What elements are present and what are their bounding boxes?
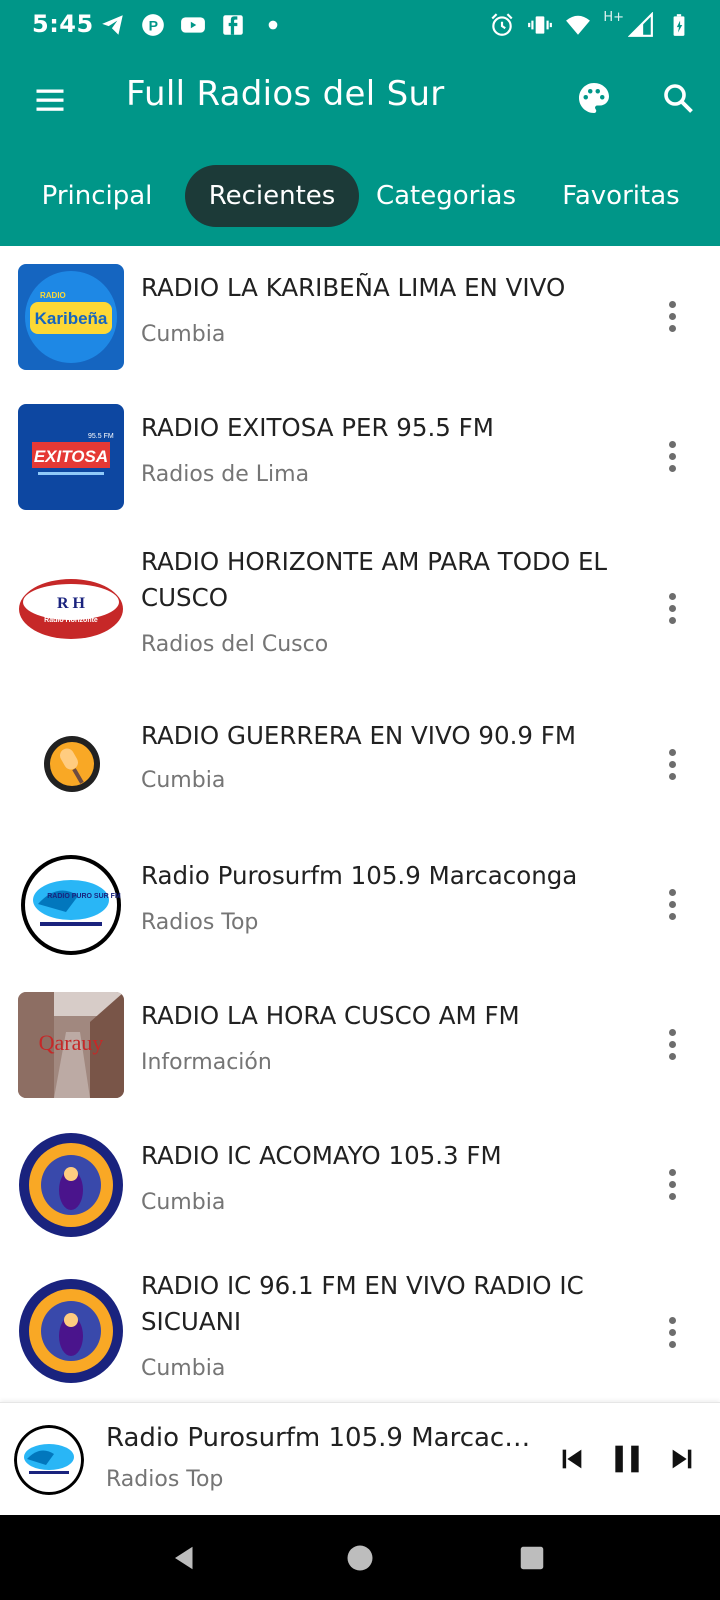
list-item[interactable]: RADIO PURO SUR FM Radio Purosurfm 105.9 …	[0, 834, 720, 974]
hamburger-menu-icon[interactable]	[24, 74, 76, 126]
more-options-icon[interactable]	[650, 434, 694, 478]
tab-principal[interactable]: Principal	[20, 165, 174, 227]
station-title: RADIO HORIZONTE AM PARA TODO EL CUSCO	[141, 547, 608, 612]
more-options-icon[interactable]	[650, 586, 694, 630]
battery-icon	[666, 12, 692, 38]
station-category: Cumbia	[141, 1356, 226, 1381]
home-icon[interactable]	[339, 1537, 381, 1579]
tab-categorias[interactable]: Categorias	[366, 165, 526, 227]
station-title: RADIO LA KARIBEÑA LIMA EN VIVO	[141, 273, 566, 302]
app-title: Full Radios del Sur	[126, 74, 445, 114]
station-category: Radios Top	[141, 910, 259, 935]
more-options-icon[interactable]	[650, 1162, 694, 1206]
logo-small-text: Radio Horizonte	[44, 617, 98, 624]
station-logo	[18, 1278, 124, 1384]
more-options-icon[interactable]	[650, 742, 694, 786]
facebook-icon	[220, 12, 246, 38]
station-title: RADIO GUERRERA EN VIVO 90.9 FM	[141, 721, 577, 750]
p-app-icon: P	[140, 12, 166, 38]
logo-text: RADIO PURO SUR FM	[47, 893, 121, 900]
station-logo: Karibeña RADIO	[18, 264, 124, 370]
list-item[interactable]: Qarauy RADIO LA HORA CUSCO AM FM Informa…	[0, 974, 720, 1114]
station-category: Radios del Cusco	[141, 632, 329, 657]
logo-small-text: RADIO	[40, 291, 66, 300]
skip-next-icon[interactable]	[660, 1437, 704, 1481]
station-logo: Qarauy	[18, 992, 124, 1098]
station-category: Radios de Lima	[141, 462, 310, 487]
station-list: Karibeña RADIO RADIO LA KARIBEÑA LIMA EN…	[0, 246, 720, 1402]
station-title: RADIO LA HORA CUSCO AM FM	[141, 1001, 520, 1030]
signal-icon	[628, 12, 654, 38]
station-logo: R H Radio Horizonte	[18, 556, 124, 662]
more-options-icon[interactable]	[650, 882, 694, 926]
station-title: RADIO EXITOSA PER 95.5 FM	[141, 413, 494, 442]
station-logo	[18, 710, 124, 816]
dot-icon	[260, 12, 286, 38]
system-icons: H+	[489, 9, 692, 38]
alarm-icon	[489, 12, 515, 38]
tab-recientes[interactable]: Recientes	[185, 165, 359, 227]
now-playing-title: Radio Purosurfm 105.9 Marcaconga	[106, 1423, 536, 1453]
palette-icon[interactable]	[568, 72, 620, 124]
station-logo: RADIO PURO SUR FM	[18, 852, 124, 958]
skip-previous-icon[interactable]	[550, 1437, 594, 1481]
logo-text: Qarauy	[39, 1030, 104, 1055]
status-time: 5:45	[32, 10, 94, 38]
logo-text: R H	[57, 595, 86, 612]
station-category: Cumbia	[141, 1190, 226, 1215]
pause-icon[interactable]	[605, 1437, 649, 1481]
list-item[interactable]: R H Radio Horizonte RADIO HORIZONTE AM P…	[0, 526, 720, 694]
now-playing-logo	[14, 1425, 84, 1495]
station-category: Cumbia	[141, 768, 226, 793]
logo-text: Karibeña	[35, 309, 108, 328]
tab-favoritas[interactable]: Favoritas	[548, 165, 694, 227]
search-icon[interactable]	[652, 72, 704, 124]
station-title: RADIO IC ACOMAYO 105.3 FM	[141, 1141, 502, 1170]
station-logo: EXITOSA 95.5 FM	[18, 404, 124, 510]
more-options-icon[interactable]	[650, 294, 694, 338]
svg-text:P: P	[149, 17, 158, 33]
mini-player[interactable]: Radio Purosurfm 105.9 Marcaconga Radios …	[0, 1402, 720, 1515]
list-item[interactable]: EXITOSA 95.5 FM RADIO EXITOSA PER 95.5 F…	[0, 386, 720, 526]
station-logo	[18, 1132, 124, 1238]
telegram-icon	[100, 12, 126, 38]
notification-icons: P	[100, 12, 286, 38]
now-playing-subtitle: Radios Top	[106, 1467, 224, 1492]
station-category: Información	[141, 1050, 272, 1075]
back-icon[interactable]	[164, 1537, 206, 1579]
status-bar: 5:45 P H+	[0, 0, 720, 52]
station-title: Radio Purosurfm 105.9 Marcaconga	[141, 861, 578, 890]
more-options-icon[interactable]	[650, 1022, 694, 1066]
list-item[interactable]: RADIO IC ACOMAYO 105.3 FM Cumbia	[0, 1114, 720, 1254]
vibrate-icon	[527, 12, 553, 38]
list-item[interactable]: Karibeña RADIO RADIO LA KARIBEÑA LIMA EN…	[0, 246, 720, 386]
wifi-icon	[565, 12, 591, 38]
network-type-label: H+	[603, 9, 624, 25]
logo-small-text: 95.5 FM	[88, 433, 114, 440]
logo-text: EXITOSA	[34, 447, 108, 466]
station-title: RADIO IC 96.1 FM EN VIVO RADIO IC SICUAN…	[141, 1271, 584, 1336]
more-options-icon[interactable]	[650, 1310, 694, 1354]
list-item[interactable]: RADIO GUERRERA EN VIVO 90.9 FM Cumbia	[0, 694, 720, 834]
recents-icon[interactable]	[511, 1537, 553, 1579]
youtube-icon	[180, 12, 206, 38]
tab-bar: Principal Recientes Categorias Favoritas	[0, 148, 720, 246]
list-item[interactable]: RADIO IC 96.1 FM EN VIVO RADIO IC SICUAN…	[0, 1254, 720, 1402]
app-bar: Full Radios del Sur	[0, 52, 720, 148]
station-category: Cumbia	[141, 322, 226, 347]
system-navigation-bar	[0, 1515, 720, 1600]
